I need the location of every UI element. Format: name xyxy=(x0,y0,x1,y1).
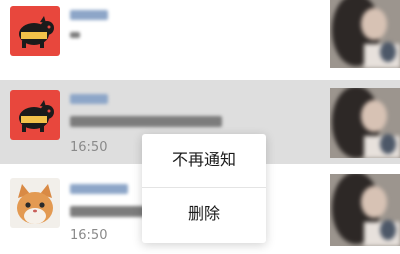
mute-notifications-menu-item[interactable]: 不再通知 xyxy=(142,134,266,186)
timestamp: 16:50 xyxy=(70,140,108,155)
moment-thumbnail[interactable] xyxy=(330,174,400,246)
blurred-comment xyxy=(70,116,222,127)
pig-avatar-icon xyxy=(10,90,60,140)
moment-thumbnail[interactable] xyxy=(330,88,400,158)
pig-avatar-icon xyxy=(10,6,60,56)
blurred-nickname xyxy=(70,94,108,104)
delete-menu-item[interactable]: 删除 xyxy=(142,188,266,240)
blurred-comment xyxy=(70,206,146,217)
blurred-nickname xyxy=(70,184,128,194)
avatar[interactable] xyxy=(10,6,60,56)
blurred-comment xyxy=(70,32,80,38)
avatar[interactable] xyxy=(10,178,60,228)
cat-avatar-icon xyxy=(10,178,60,228)
timestamp: 16:50 xyxy=(70,228,108,243)
context-menu: 不再通知 删除 xyxy=(142,134,266,243)
moment-thumbnail[interactable] xyxy=(330,0,400,68)
avatar[interactable] xyxy=(10,90,60,140)
blurred-nickname xyxy=(70,10,108,20)
message-row[interactable] xyxy=(0,0,400,80)
